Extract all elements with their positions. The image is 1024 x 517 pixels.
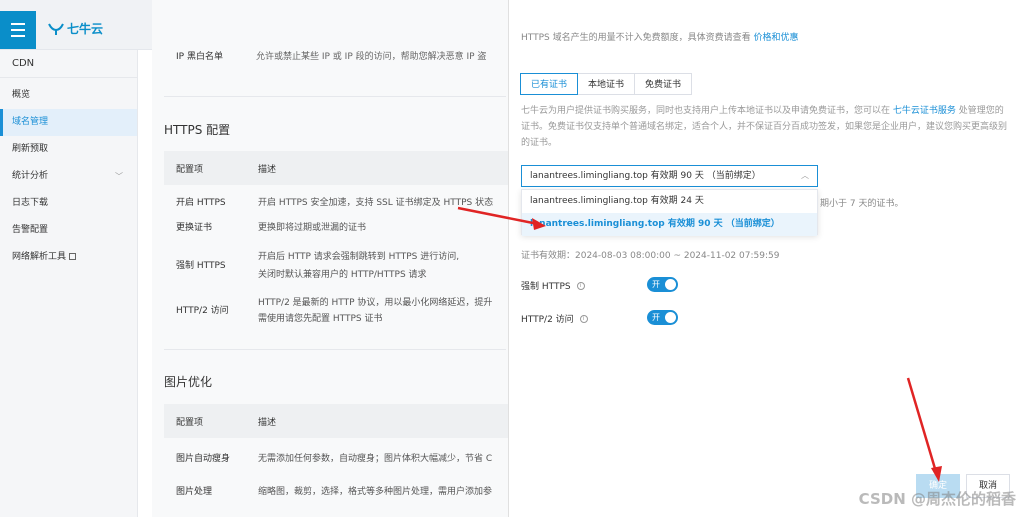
https-row-desc: HTTP/2 是最新的 HTTP 协议，用以最小化网络延迟，提升 — [258, 298, 493, 308]
ip-blacklist-desc: 允许或禁止某些 IP 或 IP 段的访问，帮助您解决恶意 IP 盗 — [256, 52, 487, 62]
logo-text: 七牛云 — [67, 22, 104, 36]
certificate-tabs: 已有证书 本地证书 免费证书 — [520, 73, 693, 95]
https-row-desc: 需使用请您先配置 HTTPS 证书 — [258, 314, 383, 324]
https-row-desc: 关闭时默认兼容用户的 HTTP/HTTPS 请求 — [258, 270, 427, 280]
certificate-option-selected[interactable]: lanantrees.limingliang.top 有效期 90 天 （当前绑… — [522, 213, 817, 236]
main-content: IP 黑白名单 允许或禁止某些 IP 或 IP 段的访问，帮助您解决恶意 IP … — [152, 0, 508, 517]
force-https-row: 强制 HTTPS i — [521, 279, 585, 292]
image-row-desc: 无需添加任何参数，自动瘦身；图片体积大幅减少，节省 C — [258, 454, 493, 464]
certificate-select-value: lanantrees.limingliang.top 有效期 90 天 （当前绑… — [530, 171, 761, 181]
confirm-button[interactable]: 确定 — [916, 474, 960, 498]
logo[interactable]: 七牛云 — [48, 20, 103, 37]
cert-service-link[interactable]: 七牛云证书服务 — [893, 106, 956, 116]
qiniu-logo-icon — [48, 23, 64, 35]
https-row-desc: 更换即将过期或泄漏的证书 — [258, 223, 367, 233]
image-section-title: 图片优化 — [164, 375, 213, 389]
https-row-desc: 开启后 HTTP 请求会强制跳转到 HTTPS 进行访问, — [258, 252, 460, 262]
switch-knob — [665, 312, 676, 323]
https-row-key: 强制 HTTPS — [176, 261, 226, 271]
image-row-desc: 缩略图，裁剪，选择，格式等多种图片处理，需用户添加参 — [258, 487, 493, 497]
col-header-item: 配置项 — [176, 165, 204, 175]
pricing-link[interactable]: 价格和优惠 — [753, 33, 798, 43]
https-row-key: HTTP/2 访问 — [176, 306, 229, 316]
chevron-up-icon: ︿ — [801, 171, 809, 180]
http2-switch[interactable]: 开 — [647, 310, 678, 325]
chevron-down-icon: ﹀ — [115, 172, 123, 181]
image-table-header: 配置项 描述 — [164, 404, 508, 438]
https-config-drawer: HTTPS 域名产生的用量不计入免费额度，具体资费请查看 价格和优惠 已有证书 … — [508, 0, 1024, 517]
https-row-desc: 开启 HTTPS 安全加速，支持 SSL 证书绑定及 HTTPS 状态 — [258, 198, 494, 208]
external-link-icon — [69, 253, 77, 260]
http2-row: HTTP/2 访问 i — [521, 312, 588, 325]
sidebar-item-label: 网络解析工具 — [12, 252, 67, 262]
divider — [164, 349, 506, 350]
cancel-button[interactable]: 取消 — [966, 474, 1010, 498]
tab-free-cert[interactable]: 免费证书 — [634, 73, 693, 95]
switch-on-label: 开 — [652, 280, 660, 289]
switch-knob — [665, 279, 676, 290]
image-row-key: 图片自动瘦身 — [176, 454, 231, 464]
sidebar-item-dns-tools[interactable]: 网络解析工具 — [0, 244, 137, 271]
certificate-dropdown: lanantrees.limingliang.top 有效期 24 天 lana… — [521, 189, 818, 236]
info-icon[interactable]: i — [579, 314, 588, 323]
https-row-key: 更换证书 — [176, 223, 213, 233]
certificate-description: 七牛云为用户提供证书购买服务，同时也支持用户上传本地证书以及申请免费证书，您可以… — [521, 106, 1008, 148]
http2-label: HTTP/2 访问 — [521, 315, 574, 325]
sidebar-item-statistics[interactable]: 统计分析 ﹀ — [0, 163, 137, 190]
ip-blacklist-label: IP 黑白名单 — [176, 52, 223, 62]
https-row-key: 开启 HTTPS — [176, 198, 226, 208]
force-https-label: 强制 HTTPS — [521, 282, 571, 292]
https-section-title: HTTPS 配置 — [164, 123, 231, 137]
hamburger-icon — [11, 23, 25, 25]
divider — [164, 96, 506, 97]
top-bar: 七牛云 — [0, 0, 152, 50]
sidebar-item-log-download[interactable]: 日志下载 — [0, 190, 137, 217]
tab-local-cert[interactable]: 本地证书 — [577, 73, 636, 95]
certificate-select[interactable]: lanantrees.limingliang.top 有效期 90 天 （当前绑… — [521, 165, 818, 187]
col-header-desc: 描述 — [258, 418, 277, 428]
switch-on-label: 开 — [652, 313, 660, 322]
sidebar-item-label: 统计分析 — [12, 171, 49, 181]
menu-toggle-button[interactable] — [0, 11, 36, 49]
certificate-option[interactable]: lanantrees.limingliang.top 有效期 24 天 — [522, 190, 817, 213]
https-table-header: 配置项 描述 — [164, 151, 508, 185]
sidebar-title: CDN — [0, 50, 137, 78]
sidebar-item-refresh-prefetch[interactable]: 刷新预取 — [0, 136, 137, 163]
sidebar-item-overview[interactable]: 概览 — [0, 82, 137, 109]
col-header-desc: 描述 — [258, 165, 277, 175]
certificate-hint: 期小于 7 天的证书。 — [820, 199, 904, 209]
tab-existing-cert[interactable]: 已有证书 — [520, 73, 579, 95]
sidebar: CDN 概览 域名管理 刷新预取 统计分析 ﹀ 日志下载 告警配置 网络解析工具 — [0, 50, 138, 517]
https-usage-note: HTTPS 域名产生的用量不计入免费额度，具体资费请查看 价格和优惠 — [521, 33, 799, 43]
col-header-item: 配置项 — [176, 418, 204, 428]
sidebar-item-domain-management[interactable]: 域名管理 — [0, 109, 137, 136]
image-row-key: 图片处理 — [176, 487, 213, 497]
force-https-switch[interactable]: 开 — [647, 277, 678, 292]
info-icon[interactable]: i — [576, 281, 585, 290]
certificate-validity: 证书有效期：2024-08-03 08:00:00 ~ 2024-11-02 0… — [521, 251, 780, 261]
sidebar-item-alert-config[interactable]: 告警配置 — [0, 217, 137, 244]
